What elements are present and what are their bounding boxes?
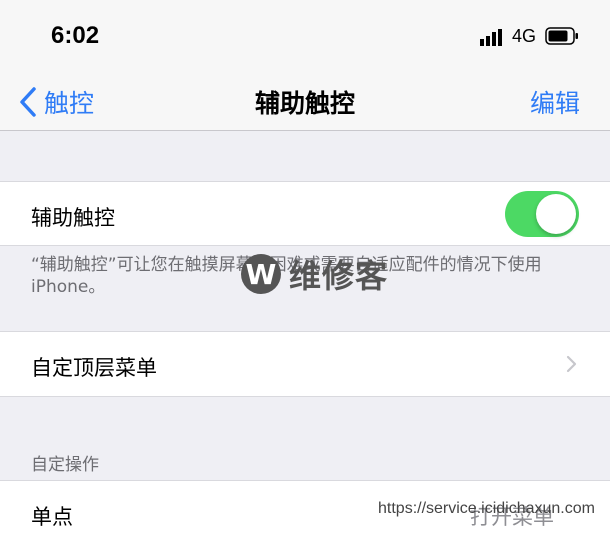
watermark: W 维修客 <box>241 251 388 297</box>
chevron-right-icon <box>566 355 577 373</box>
assistive-touch-toggle[interactable] <box>505 191 579 237</box>
cellular-signal-icon <box>480 29 502 46</box>
watermark-url: https://service.icidichaxun.com <box>378 500 595 517</box>
watermark-logo-icon: W <box>241 254 281 294</box>
status-bar: 6:02 4G <box>0 0 610 74</box>
assistive-touch-cell: 辅助触控 <box>0 181 610 246</box>
status-time: 6:02 <box>51 22 100 49</box>
single-tap-label: 单点 <box>31 505 73 529</box>
watermark-text: 维修客 <box>289 257 389 295</box>
customize-top-menu-cell[interactable]: 自定顶层菜单 <box>0 331 610 397</box>
customize-top-menu-label: 自定顶层菜单 <box>31 356 157 380</box>
assistive-touch-label: 辅助触控 <box>31 206 115 230</box>
navigation-bar: 触控 辅助触控 编辑 <box>0 74 610 131</box>
page-title: 辅助触控 <box>254 89 355 118</box>
edit-button[interactable]: 编辑 <box>530 84 580 120</box>
network-type: 4G <box>512 26 537 46</box>
toggle-knob <box>536 194 576 234</box>
custom-actions-header: 自定操作 <box>31 455 99 475</box>
battery-icon <box>545 27 578 45</box>
